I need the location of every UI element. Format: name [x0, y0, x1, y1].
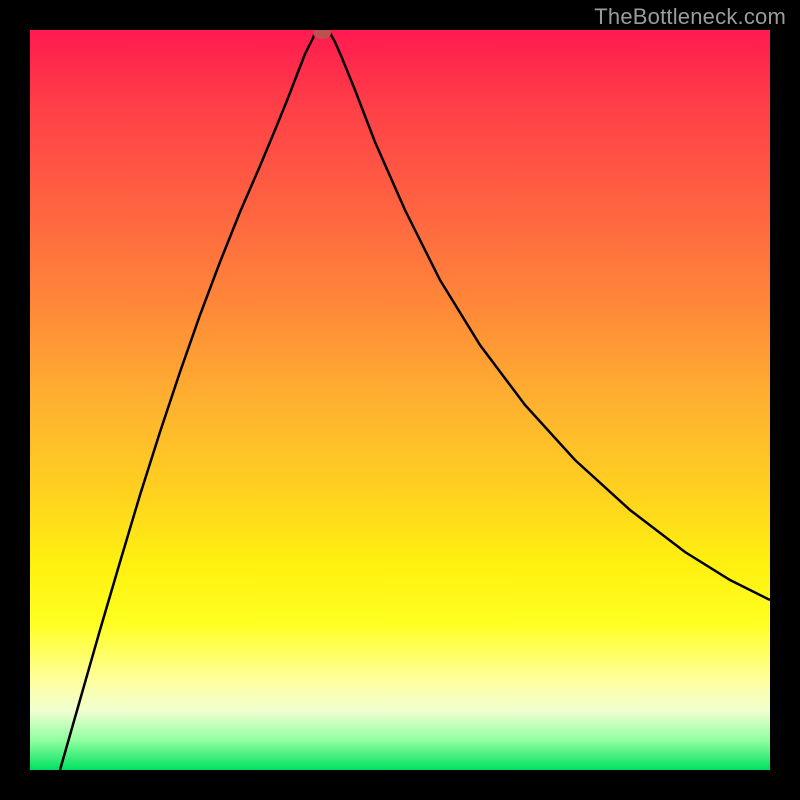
curve-right-branch — [330, 33, 770, 600]
plot-area — [30, 30, 770, 770]
curve-left-branch — [60, 33, 315, 770]
chart-frame: TheBottleneck.com — [0, 0, 800, 800]
curve-layer — [30, 30, 770, 770]
watermark-text: TheBottleneck.com — [594, 4, 786, 30]
minimum-marker — [313, 30, 331, 39]
